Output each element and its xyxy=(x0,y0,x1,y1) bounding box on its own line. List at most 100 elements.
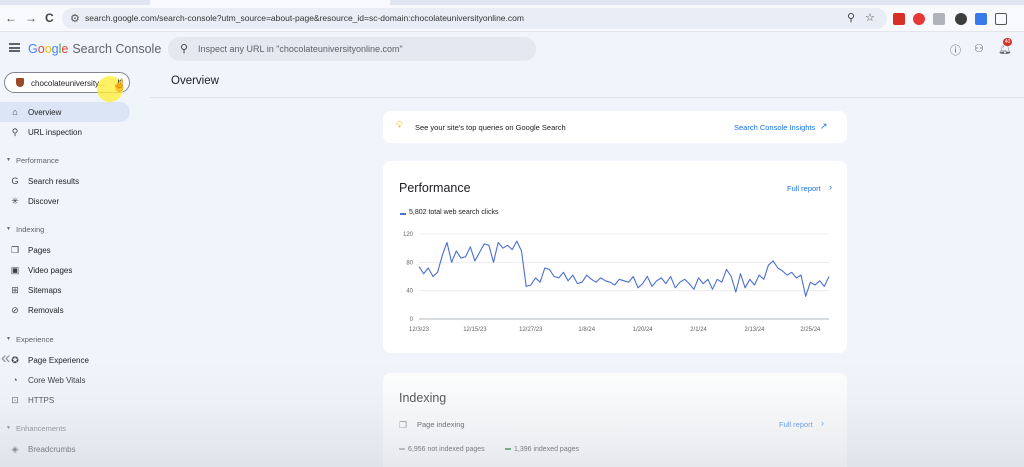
sidebar-item-url-inspection[interactable]: ⚲ URL inspection xyxy=(0,122,130,142)
sidebar-item-label: Overview xyxy=(28,108,62,117)
extension-blue-icon[interactable] xyxy=(975,13,987,25)
not-indexed-swatch xyxy=(399,448,405,451)
removals-icon: ⊘ xyxy=(11,305,19,315)
page-experience-icon: ✪ xyxy=(11,355,19,365)
zoom-icon[interactable]: ⚲ xyxy=(847,11,855,24)
sidebar-item-label: Core Web Vitals xyxy=(28,376,86,385)
x-tick-label: 1/8/24 xyxy=(578,327,595,333)
performance-chart: 0 40 80 120 12/3/23 12/15/23 12/27/23 1/8/24 1/2… xyxy=(403,232,830,333)
page-indexing-label: Page indexing xyxy=(417,420,465,429)
section-label: Performance xyxy=(16,156,59,165)
x-tick-label: 1/20/24 xyxy=(633,327,654,333)
sidebar-item-label: Removals xyxy=(28,306,64,315)
pages-icon: ❐ xyxy=(399,420,408,430)
reload-button[interactable]: C xyxy=(45,11,54,25)
section-collapse-icon: ▼ xyxy=(6,157,11,163)
section-indexing[interactable]: ▼ Indexing xyxy=(0,223,130,237)
section-performance[interactable]: ▼ Performance xyxy=(0,154,130,168)
sidebar-item-search-results[interactable]: G Search results xyxy=(0,171,130,191)
section-collapse-icon: ▼ xyxy=(6,226,11,232)
sidebar-item-label: Video pages xyxy=(28,266,73,275)
indexed-legend: 1,396 indexed pages xyxy=(505,446,579,453)
collapse-sidebar-chevron-icon[interactable]: « xyxy=(1,348,10,368)
x-tick-label: 2/13/24 xyxy=(744,327,765,333)
x-tick-label: 2/1/24 xyxy=(690,327,707,333)
address-bar[interactable]: ⚙ search.google.com/search-console?utm_s… xyxy=(62,8,887,29)
x-tick-label: 12/3/23 xyxy=(409,327,430,333)
product-name: Search Console xyxy=(72,42,162,56)
sidebar-item-label: Page Experience xyxy=(28,356,89,365)
extensions-puzzle-icon[interactable] xyxy=(995,13,1007,25)
search-placeholder: Inspect any URL in "chocolateuniversityo… xyxy=(198,44,403,54)
browser-toolbar: ← → C ⚙ search.google.com/search-console… xyxy=(0,5,1024,32)
product-logo[interactable]: Google Search Console xyxy=(28,42,161,56)
property-name: chocolateuniversity... xyxy=(31,79,106,88)
y-tick-label: 40 xyxy=(406,289,413,295)
home-icon: ⌂ xyxy=(12,107,18,117)
bookmark-star-icon[interactable]: ☆ xyxy=(865,11,875,24)
chevron-right-icon[interactable]: › xyxy=(821,418,824,428)
site-info-icon[interactable]: ⚙ xyxy=(70,12,80,25)
sidebar-item-pages[interactable]: ❐ Pages xyxy=(0,240,130,260)
lock-icon: ⊡ xyxy=(11,395,19,405)
breadcrumbs-icon: ◈ xyxy=(11,444,19,454)
section-collapse-icon: ▼ xyxy=(6,336,11,342)
forward-button[interactable]: → xyxy=(25,11,37,25)
sidebar-item-breadcrumbs[interactable]: ◈ Breadcrumbs xyxy=(0,439,130,459)
url-inspection-search[interactable]: ⚲ Inspect any URL in "chocolateuniversit… xyxy=(168,37,536,61)
tip-text: See your site's top queries on Google Se… xyxy=(415,123,566,132)
search-icon: ⚲ xyxy=(180,43,189,55)
x-tick-label: 12/15/23 xyxy=(463,327,487,333)
sidebar-item-overview[interactable]: ⌂ Overview xyxy=(0,102,130,122)
sidebar-item-label: Sitemaps xyxy=(28,286,62,295)
sidebar: chocolateuniversity... ⇵ ☝ ⌂ Overview ⚲ URL… xyxy=(0,66,140,467)
sidebar-item-removals[interactable]: ⊘ Removals xyxy=(0,300,130,320)
indexing-full-report-link[interactable]: Full report xyxy=(779,420,813,429)
sidebar-item-label: Search results xyxy=(28,177,80,186)
settings-users-icon[interactable]: ⚇ xyxy=(974,42,984,55)
app-header: Google Search Console ⚲ Inspect any URL i… xyxy=(0,32,1024,66)
google-g-icon: G xyxy=(11,176,19,186)
title-divider xyxy=(150,97,1024,98)
insights-tip-card: 💡︎ See your site's top queries on Google… xyxy=(383,111,847,143)
extension-opera-icon[interactable] xyxy=(913,13,925,25)
gauge-icon: ◔ xyxy=(12,375,18,385)
hand-cursor-icon: ☝ xyxy=(112,78,127,92)
extension-calendar-icon[interactable] xyxy=(893,13,905,25)
extension-dark-circle-icon[interactable] xyxy=(955,13,967,25)
lightbulb-icon: 💡︎ xyxy=(396,120,403,131)
section-label: Enhancements xyxy=(16,424,67,433)
y-tick-label: 80 xyxy=(406,260,413,266)
not-indexed-legend: 6,956 not indexed pages xyxy=(399,446,485,453)
help-icon[interactable]: ⓘ xyxy=(950,42,961,58)
x-tick-label: 12/27/23 xyxy=(519,327,543,333)
x-tick-label: 2/25/24 xyxy=(800,327,821,333)
pages-icon: ❐ xyxy=(10,245,20,255)
back-button[interactable]: ← xyxy=(5,11,17,25)
section-experience[interactable]: ▼ Experience xyxy=(0,333,130,347)
section-collapse-icon: ▼ xyxy=(6,425,11,431)
indexing-title: Indexing xyxy=(399,391,447,405)
sidebar-item-https[interactable]: ⊡ HTTPS xyxy=(0,390,130,410)
section-enhancements[interactable]: ▼ Enhancements xyxy=(0,422,130,436)
sidebar-item-page-experience[interactable]: ✪ Page Experience xyxy=(0,350,130,370)
asterisk-icon: ✳ xyxy=(11,196,19,206)
extension-grid-icon[interactable] xyxy=(933,13,945,25)
address-url[interactable]: search.google.com/search-console?utm_sou… xyxy=(85,13,524,23)
sidebar-item-discover[interactable]: ✳ Discover xyxy=(0,191,130,211)
sidebar-item-label: Breadcrumbs xyxy=(28,445,76,454)
sidebar-item-core-web-vitals[interactable]: ◔ Core Web Vitals xyxy=(0,370,130,390)
search-icon: ⚲ xyxy=(11,127,19,137)
performance-card: Performance Full report › 5,802 total we… xyxy=(383,161,847,353)
search-console-insights-link[interactable]: Search Console Insights xyxy=(734,123,815,132)
notification-badge: 40 xyxy=(1003,38,1012,46)
sidebar-item-video-pages[interactable]: ▣ Video pages xyxy=(0,260,130,280)
y-tick-label: 0 xyxy=(410,317,414,323)
sidebar-item-label: URL inspection xyxy=(28,128,82,137)
section-label: Indexing xyxy=(16,225,45,234)
open-external-icon[interactable]: ↗ xyxy=(820,121,828,132)
main-menu-icon[interactable] xyxy=(9,43,20,52)
section-label: Experience xyxy=(16,335,54,344)
property-favicon-icon xyxy=(16,78,24,87)
sidebar-item-sitemaps[interactable]: ⊞ Sitemaps xyxy=(0,280,130,300)
